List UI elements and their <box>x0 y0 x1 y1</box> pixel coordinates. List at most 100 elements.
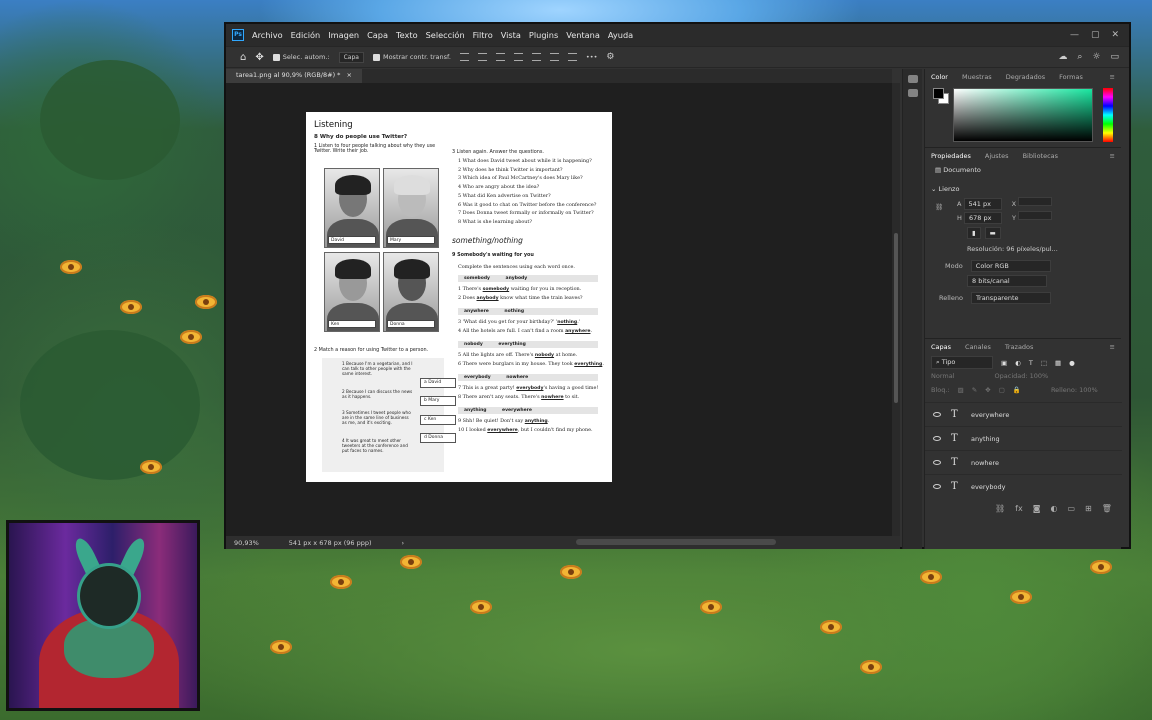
search-icon[interactable]: ⌕ <box>1077 52 1082 62</box>
filter-pixel-icon[interactable]: ▣ <box>1001 359 1007 367</box>
horizontal-scrollbar-thumb[interactable] <box>576 539 776 545</box>
layer-style-icon[interactable]: fx <box>1015 504 1023 513</box>
layer-fill-field[interactable]: 100% <box>1079 386 1098 394</box>
menu-ayuda[interactable]: Ayuda <box>608 30 633 40</box>
scrollbar-thumb[interactable] <box>894 233 898 403</box>
home-icon[interactable]: ⌂ <box>240 52 246 63</box>
eye-icon[interactable] <box>933 460 941 465</box>
link-layers-icon[interactable]: ⛓ <box>995 504 1005 513</box>
tab-channels[interactable]: Canales <box>965 343 991 351</box>
filter-type-icon[interactable]: T <box>1029 359 1033 367</box>
auto-select-checkbox[interactable]: Selec. autom.: <box>272 53 330 61</box>
mode-dropdown[interactable]: Color RGB <box>970 260 1051 272</box>
height-field[interactable]: 678 px <box>963 212 1002 224</box>
lock-position-icon[interactable]: ✥ <box>985 386 990 394</box>
minimize-button[interactable]: — <box>1070 30 1079 40</box>
align-left-icon[interactable] <box>531 53 541 61</box>
align-bottom-icon[interactable] <box>495 53 505 61</box>
filter-smart-object-icon[interactable]: ▦ <box>1055 359 1061 367</box>
menu-filtro[interactable]: Filtro <box>473 30 493 40</box>
close-window-button[interactable]: ✕ <box>1111 30 1119 40</box>
color-field[interactable] <box>953 88 1093 142</box>
more-options-button[interactable]: ••• <box>586 53 598 61</box>
eye-icon[interactable] <box>933 484 941 489</box>
width-field[interactable]: 541 px <box>963 198 1002 210</box>
filter-toggle-icon[interactable]: ● <box>1069 359 1075 367</box>
layer-kind-filter[interactable]: ⌕ Tipo <box>931 356 993 369</box>
layer-row[interactable]: Tanything <box>925 426 1122 450</box>
tab-paths[interactable]: Trazados <box>1005 343 1034 351</box>
layer-row[interactable]: Teverywhere <box>925 402 1122 426</box>
menu-capa[interactable]: Capa <box>367 30 388 40</box>
maximize-button[interactable]: ▢ <box>1091 30 1100 40</box>
discover-icon[interactable]: ☼ <box>1092 52 1100 62</box>
panel-menu-icon[interactable]: ≡ <box>1110 152 1115 160</box>
layer-row[interactable]: Tnowhere <box>925 450 1122 474</box>
eye-icon[interactable] <box>933 412 941 417</box>
tab-adjustments[interactable]: Ajustes <box>985 152 1009 160</box>
show-transform-checkbox[interactable]: Mostrar contr. transf. <box>372 53 451 61</box>
align-middle-icon[interactable] <box>477 53 487 61</box>
hue-slider[interactable] <box>1103 88 1113 142</box>
menu-texto[interactable]: Texto <box>396 30 418 40</box>
menu-plugins[interactable]: Plugins <box>529 30 558 40</box>
document-page[interactable]: Listening 8 Why do people use Twitter? 1… <box>306 112 612 482</box>
align-right-icon[interactable] <box>567 53 577 61</box>
canvas-area[interactable]: Listening 8 Why do people use Twitter? 1… <box>226 83 892 536</box>
panel-menu-icon[interactable]: ≡ <box>1110 343 1115 351</box>
canvas-section[interactable]: ⌄ Lienzo <box>931 185 959 193</box>
menu-ventana[interactable]: Ventana <box>566 30 600 40</box>
history-icon[interactable] <box>907 75 918 83</box>
close-tab-icon[interactable]: × <box>347 71 352 79</box>
tab-swatches[interactable]: Muestras <box>962 73 992 81</box>
comments-icon[interactable] <box>907 89 918 97</box>
lock-all-icon[interactable]: 🔒 <box>1013 386 1021 394</box>
vertical-scrollbar[interactable] <box>892 83 900 536</box>
opacity-field[interactable]: 100% <box>1030 372 1049 380</box>
document-tab[interactable]: tarea1.png al 90,9% (RGB/8#) * × <box>226 69 362 83</box>
blend-mode-dropdown[interactable]: Normal <box>931 372 955 380</box>
tab-gradients[interactable]: Degradados <box>1006 73 1045 81</box>
tab-properties[interactable]: Propiedades <box>931 152 971 160</box>
tab-color[interactable]: Color <box>931 73 948 81</box>
delete-layer-icon[interactable]: 🗑 <box>1102 504 1112 513</box>
portrait-orientation-icon[interactable]: ▮ <box>967 227 981 239</box>
menu-archivo[interactable]: Archivo <box>252 30 283 40</box>
zoom-level[interactable]: 90,93% <box>234 539 259 547</box>
menu-edicion[interactable]: Edición <box>291 30 321 40</box>
new-group-icon[interactable]: ▭ <box>1067 504 1075 513</box>
add-mask-icon[interactable]: ◙ <box>1033 504 1041 513</box>
layer-row[interactable]: Teverybody <box>925 474 1122 498</box>
filter-shape-icon[interactable]: ⬚ <box>1041 359 1047 367</box>
tab-shapes[interactable]: Formas <box>1059 73 1083 81</box>
tab-layers[interactable]: Capas <box>931 343 951 351</box>
photoshop-logo-icon[interactable]: Ps <box>232 29 244 41</box>
cloud-icon[interactable]: ☁ <box>1058 52 1067 62</box>
lock-transparent-icon[interactable]: ▨ <box>958 386 964 394</box>
menu-seleccion[interactable]: Selección <box>426 30 465 40</box>
fill-dropdown[interactable]: Transparente <box>971 292 1052 304</box>
eye-icon[interactable] <box>933 436 941 441</box>
adjustment-layer-icon[interactable]: ◐ <box>1050 504 1057 513</box>
auto-select-target-dropdown[interactable]: Capa <box>338 51 364 63</box>
panel-menu-icon[interactable]: ≡ <box>1110 73 1115 81</box>
filter-adjustment-icon[interactable]: ◐ <box>1015 359 1021 367</box>
new-layer-icon[interactable]: ⊞ <box>1085 504 1092 513</box>
y-field[interactable] <box>1018 211 1053 220</box>
status-menu-arrow[interactable]: › <box>402 539 405 547</box>
lock-artboard-icon[interactable]: ▢ <box>999 386 1005 394</box>
gear-icon[interactable]: ⚙ <box>606 52 614 62</box>
move-tool-icon[interactable]: ✥ <box>255 52 263 63</box>
landscape-orientation-icon[interactable]: ▬ <box>984 227 1001 239</box>
lock-pixels-icon[interactable]: ✎ <box>972 386 977 394</box>
align-center-icon[interactable] <box>549 53 559 61</box>
workspace-icon[interactable]: ▭ <box>1110 52 1119 62</box>
menu-vista[interactable]: Vista <box>501 30 521 40</box>
bit-depth-dropdown[interactable]: 8 bits/canal <box>967 275 1047 287</box>
tab-libraries[interactable]: Bibliotecas <box>1023 152 1058 160</box>
distribute-icon[interactable] <box>513 53 523 61</box>
menu-imagen[interactable]: Imagen <box>328 30 359 40</box>
link-icon[interactable]: ⛓ <box>935 203 943 211</box>
foreground-color-swatch[interactable] <box>933 88 944 99</box>
x-field[interactable] <box>1018 197 1053 206</box>
